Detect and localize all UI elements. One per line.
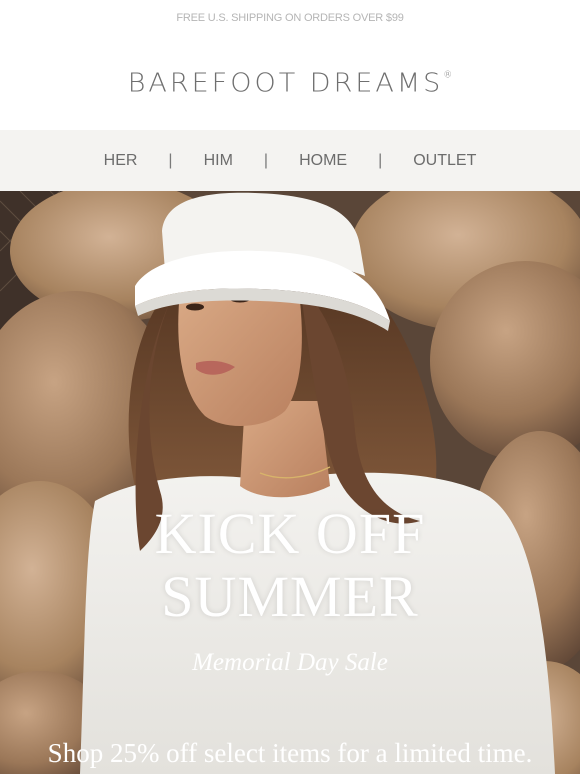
nav-item-her[interactable]: HER	[104, 152, 138, 170]
header: BAREFOOT DREAMS®	[0, 36, 580, 130]
shipping-promo-bar: FREE U.S. SHIPPING ON ORDERS OVER $99	[0, 0, 580, 36]
nav-separator: |	[263, 151, 269, 169]
brand-name: BAREFOOT DREAMS	[127, 68, 444, 98]
shipping-promo-text: FREE U.S. SHIPPING ON ORDERS OVER $99	[176, 12, 404, 24]
hero-title-line2: SUMMER	[161, 564, 419, 629]
nav-item-him[interactable]: HIM	[204, 152, 233, 170]
hero-offer-note: Shop 25% off select items for a limited …	[47, 738, 533, 768]
nav-separator: |	[378, 151, 383, 169]
hero-title-line1: KICK OFF	[154, 501, 426, 566]
hero-banner[interactable]: KICK OFF SUMMER Memorial Day Sale Shop 2…	[0, 191, 580, 774]
nav-item-home[interactable]: HOME	[299, 152, 347, 170]
brand-logo[interactable]: BAREFOOT DREAMS®	[128, 68, 453, 97]
nav-item-outlet[interactable]: OUTLET	[413, 152, 476, 170]
hero-subtitle: Memorial Day Sale	[192, 649, 388, 676]
main-nav: HER | HIM | HOME | OUTLET	[0, 130, 580, 191]
registered-mark: ®	[443, 70, 453, 80]
nav-separator: |	[168, 151, 173, 169]
hero-photo	[0, 191, 580, 774]
